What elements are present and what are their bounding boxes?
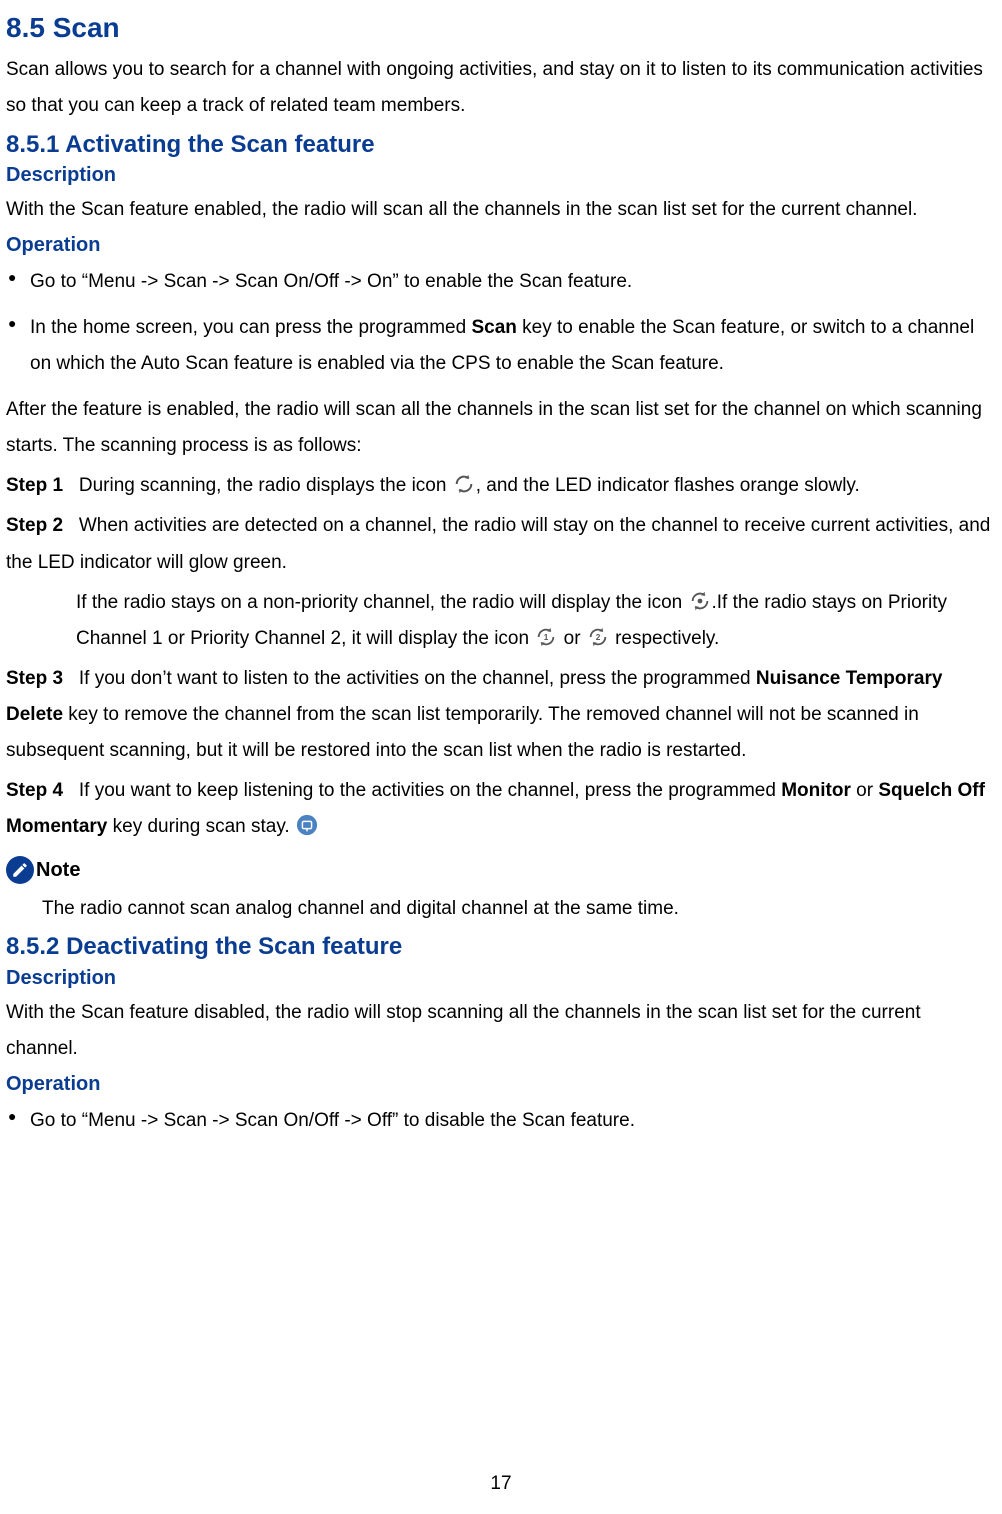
scan-stay-icon: [688, 590, 712, 612]
note-label: Note: [36, 851, 80, 889]
operation-list: Go to “Menu -> Scan -> Scan On/Off -> On…: [6, 264, 996, 382]
step-label: Step 4: [6, 780, 63, 801]
svg-text:1: 1: [544, 633, 549, 642]
subsection-heading: 8.5.1 Activating the Scan feature: [6, 129, 996, 160]
list-item-text: Go to “Menu -> Scan -> Scan On/Off -> On…: [30, 271, 632, 292]
subsection-heading: 8.5.2 Deactivating the Scan feature: [6, 931, 996, 962]
monitor-badge-icon: [295, 814, 319, 836]
description-heading: Description: [6, 162, 996, 188]
page-number: 17: [0, 1466, 1002, 1502]
list-item: In the home screen, you can press the pr…: [30, 310, 996, 382]
step4-a: If you want to keep listening to the act…: [79, 780, 781, 801]
step-label: Step 2: [6, 515, 63, 536]
step-1: Step 1 During scanning, the radio displa…: [6, 468, 996, 504]
step3-a: If you don’t want to listen to the activ…: [79, 668, 756, 689]
operation-heading: Operation: [6, 232, 996, 258]
step-3: Step 3 If you don’t want to listen to th…: [6, 661, 996, 769]
note-heading: Note: [6, 851, 996, 889]
step-2: Step 2 When activities are detected on a…: [6, 508, 996, 580]
priority-2-icon: 2: [586, 626, 610, 648]
step-4: Step 4 If you want to keep listening to …: [6, 773, 996, 845]
list-item-text: Go to “Menu -> Scan -> Scan On/Off -> Of…: [30, 1110, 635, 1131]
monitor-label: Monitor: [781, 780, 851, 801]
step-2-sub: If the radio stays on a non-priority cha…: [76, 585, 996, 657]
list-item: Go to “Menu -> Scan -> Scan On/Off -> Of…: [30, 1103, 996, 1139]
note-body: The radio cannot scan analog channel and…: [42, 891, 996, 927]
scan-rotate-icon: [452, 473, 476, 495]
description-text: With the Scan feature disabled, the radi…: [6, 995, 996, 1067]
step3-b: key to remove the channel from the scan …: [6, 704, 919, 761]
subsection-number: 8.5.2: [6, 933, 59, 960]
list-item: Go to “Menu -> Scan -> Scan On/Off -> On…: [30, 264, 996, 300]
priority-1-icon: 1: [534, 626, 558, 648]
list-item-text-pre: In the home screen, you can press the pr…: [30, 317, 471, 338]
step4-or: or: [851, 780, 878, 801]
svg-text:2: 2: [596, 633, 601, 642]
step-text: When activities are detected on a channe…: [6, 515, 990, 572]
subsection-title: Activating the Scan feature: [65, 131, 374, 158]
section-intro: Scan allows you to search for a channel …: [6, 52, 996, 124]
step4-b: key during scan stay.: [107, 816, 295, 837]
step2-sub-c: or: [564, 628, 586, 649]
description-text: With the Scan feature enabled, the radio…: [6, 192, 996, 228]
step-label: Step 3: [6, 668, 63, 689]
operation-heading: Operation: [6, 1071, 996, 1097]
step-text-a: During scanning, the radio displays the …: [79, 475, 452, 496]
subsection-number: 8.5.1: [6, 131, 59, 158]
section-number: 8.5: [6, 12, 45, 43]
description-heading: Description: [6, 965, 996, 991]
after-enable-text: After the feature is enabled, the radio …: [6, 392, 996, 464]
operation-list: Go to “Menu -> Scan -> Scan On/Off -> Of…: [6, 1103, 996, 1139]
step-label: Step 1: [6, 475, 63, 496]
step-text-b: , and the LED indicator flashes orange s…: [476, 475, 860, 496]
section-title: Scan: [53, 12, 120, 43]
subsection-title: Deactivating the Scan feature: [66, 933, 402, 960]
step2-sub-d: respectively.: [615, 628, 719, 649]
note-pencil-icon: [6, 856, 34, 884]
scan-key-label: Scan: [471, 317, 516, 338]
step2-sub-a: If the radio stays on a non-priority cha…: [76, 592, 688, 613]
section-heading: 8.5 Scan: [6, 10, 996, 46]
